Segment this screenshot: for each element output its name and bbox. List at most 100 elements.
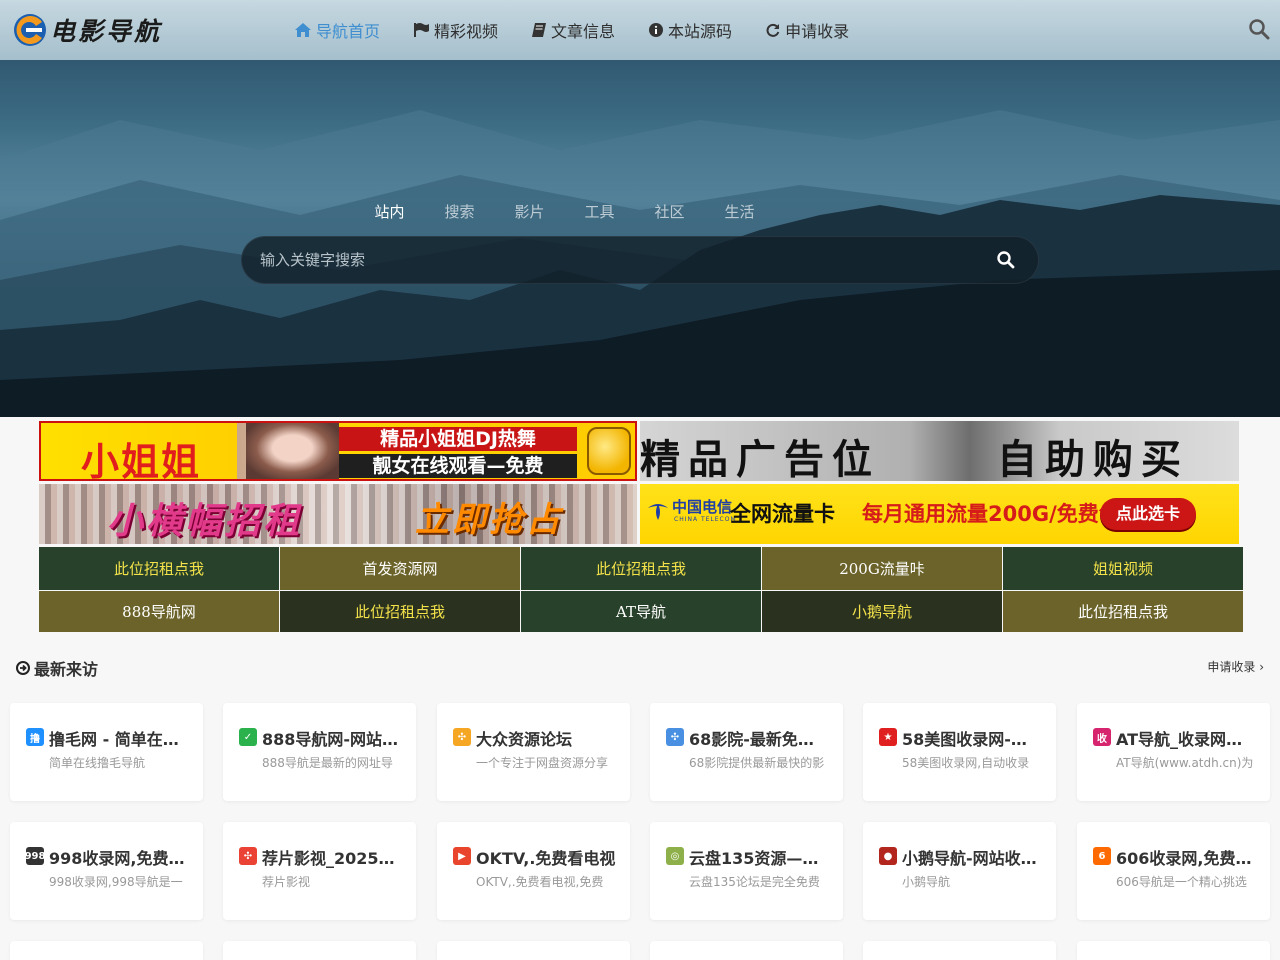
site-card-title: 606收录网,免费收录网站 bbox=[1116, 849, 1256, 868]
site-card-title: 荐片影视_2025最新电影 bbox=[262, 849, 402, 868]
site-card-desc: 606导航是一个精心挑选 bbox=[1116, 875, 1247, 889]
nav-videos[interactable]: 精彩视频 bbox=[414, 18, 498, 42]
cloud-badge-icon: ◎ bbox=[666, 847, 684, 865]
site-card[interactable]: 998 998收录网,免费收录网站 998收录网,998导航是一 bbox=[10, 822, 203, 920]
site-card-partial[interactable] bbox=[223, 941, 416, 960]
ad-banner-dj[interactable]: 小姐姐 精品小姐姐DJ热舞 靓女在线观看—免费 bbox=[39, 421, 637, 481]
site-card[interactable]: ✣ 大众资源论坛一个专注于网盘资源分享 bbox=[437, 703, 630, 801]
site-card-desc: 一个专注于网盘资源分享 bbox=[476, 756, 609, 770]
section-title: 最新来访 bbox=[16, 656, 98, 680]
site-card[interactable]: 收 AT导航_收录网站导航 AT导航(www.atdh.cn)为 bbox=[1077, 703, 1270, 801]
link-cell[interactable]: 此位招租点我 bbox=[1003, 591, 1243, 632]
ad-banner-premium[interactable]: 精品广告位 自助购买 bbox=[640, 421, 1239, 481]
link-cell[interactable]: 首发资源网 bbox=[280, 547, 520, 590]
nav-submit[interactable]: 申请收录 bbox=[766, 18, 849, 42]
site-card-title: 大众资源论坛 bbox=[476, 730, 573, 749]
search-tab-1[interactable]: 搜索 bbox=[425, 201, 495, 222]
site-card[interactable]: ★ 58美图收录网-自动收录 58美图收录网,自动收录 bbox=[863, 703, 1056, 801]
shou-icon: 收 bbox=[1093, 728, 1111, 746]
site-card[interactable]: 撸撸毛网 - 简单在线撸毛导航简单在线撸毛导航 bbox=[10, 703, 203, 801]
site-card-desc: AT导航(www.atdh.cn)为 bbox=[1116, 756, 1254, 770]
nav-source-label: 本站源码 bbox=[668, 22, 733, 41]
link-cell[interactable]: 200G流量咔 bbox=[762, 547, 1002, 590]
nav-home-label: 导航首页 bbox=[316, 22, 381, 41]
chevron-right-icon: › bbox=[1259, 660, 1264, 674]
site-card-title: 云盘135资源—网盘资源 bbox=[689, 849, 829, 868]
link-cell[interactable]: 小鹅导航 bbox=[762, 591, 1002, 632]
book-icon bbox=[532, 23, 547, 37]
site-card-title: 68影院-最新免费电影 bbox=[689, 730, 829, 749]
nav-home[interactable]: 导航首页 bbox=[295, 18, 380, 42]
telecom-text1: 全网流量卡 bbox=[730, 502, 835, 526]
site-card-desc: OKTV,.免费看电视,免费 bbox=[476, 875, 604, 889]
pinwheel-icon: ✣ bbox=[666, 728, 684, 746]
thumbs-up-icon bbox=[587, 427, 631, 475]
info-icon bbox=[649, 23, 664, 37]
telecom-select-card-button[interactable]: 点此选卡 bbox=[1100, 498, 1196, 530]
site-card[interactable]: ✣ 68影院-最新免费电影 68影院提供最新最快的影 bbox=[650, 703, 843, 801]
site-card-title: 998收录网,免费收录网站 bbox=[49, 849, 189, 868]
site-card-desc: 小鹅导航 bbox=[902, 875, 951, 889]
site-card-title: 小鹅导航-网站收录导航 bbox=[902, 849, 1042, 868]
flag-icon bbox=[414, 23, 430, 37]
ad-banner-dj-line1: 精品小姐姐DJ热舞 bbox=[339, 427, 577, 451]
search-tab-4[interactable]: 社区 bbox=[635, 201, 705, 222]
search-tab-3[interactable]: 工具 bbox=[565, 201, 635, 222]
ad-banner-telecom[interactable]: 中国电信 CHINA TELECOM 全网流量卡 每月通用流量200G/免费包邮… bbox=[640, 484, 1239, 544]
ad-banner-small[interactable]: 小横幅招租 立即抢占 bbox=[39, 484, 637, 544]
ad-banner-premium-right: 自助购买 bbox=[997, 436, 1189, 481]
search-submit-icon[interactable] bbox=[996, 250, 1016, 270]
pinwheel-icon: ✣ bbox=[453, 728, 471, 746]
ad-banner-dj-line2: 靓女在线观看—免费 bbox=[339, 454, 577, 478]
site-card-title: AT导航_收录网站导航 bbox=[1116, 730, 1256, 749]
section-more-link[interactable]: 申请收录 › bbox=[1207, 658, 1264, 675]
pinwheel-icon: ✣ bbox=[239, 847, 257, 865]
nav-videos-label: 精彩视频 bbox=[434, 22, 499, 41]
search-tabs: 站内 搜索 影片 工具 社区 生活 bbox=[0, 201, 1280, 222]
ad-banner-premium-left: 精品广告位 bbox=[640, 436, 880, 481]
search-tab-0[interactable]: 站内 bbox=[355, 201, 425, 222]
shield-check-icon: ✓ bbox=[239, 728, 257, 746]
site-card-partial[interactable] bbox=[10, 941, 203, 960]
site-card[interactable]: ▶ OKTV,.免费看电视 OKTV,.免费看电视,免费 bbox=[437, 822, 630, 920]
site-card[interactable]: ✣ 荐片影视_2025最新电影荐片影视 bbox=[223, 822, 416, 920]
link-cell[interactable]: 此位招租点我 bbox=[521, 547, 761, 590]
arrow-circle-right-icon bbox=[16, 661, 30, 675]
search-tab-5[interactable]: 生活 bbox=[705, 201, 775, 222]
site-card[interactable]: ◎ 云盘135资源—网盘资源云盘135论坛是完全免费 bbox=[650, 822, 843, 920]
998-icon: 998 bbox=[26, 847, 44, 865]
site-card-desc: 简单在线撸毛导航 bbox=[49, 756, 146, 770]
search-tab-2[interactable]: 影片 bbox=[495, 201, 565, 222]
site-card-desc: 888导航是最新的网址导 bbox=[262, 756, 393, 770]
doll-image bbox=[246, 423, 339, 479]
home-icon bbox=[295, 23, 311, 37]
site-logo[interactable]: 电影导航 bbox=[12, 9, 162, 51]
nav-source[interactable]: 本站源码 bbox=[649, 18, 732, 42]
telecom-brand-en: CHINA TELECOM bbox=[674, 516, 737, 523]
site-card-partial[interactable] bbox=[437, 941, 630, 960]
nav-articles-label: 文章信息 bbox=[551, 22, 616, 41]
site-card[interactable]: 6 606收录网,免费收录网站 606导航是一个精心挑选 bbox=[1077, 822, 1270, 920]
link-cell[interactable]: 姐姐视频 bbox=[1003, 547, 1243, 590]
site-card-partial[interactable] bbox=[650, 941, 843, 960]
search-icon[interactable] bbox=[1248, 18, 1270, 40]
search-box bbox=[241, 236, 1039, 284]
site-card[interactable]: ✓ 888导航网-网站收录导航 888导航是最新的网址导 bbox=[223, 703, 416, 801]
nav-articles[interactable]: 文章信息 bbox=[532, 18, 615, 42]
goose-icon: ● bbox=[879, 847, 897, 865]
site-card[interactable]: ● 小鹅导航-网站收录导航小鹅导航 bbox=[863, 822, 1056, 920]
site-card-partial[interactable] bbox=[1077, 941, 1270, 960]
search-input[interactable] bbox=[260, 237, 980, 283]
link-cell[interactable]: 此位招租点我 bbox=[280, 591, 520, 632]
link-cell[interactable]: 此位招租点我 bbox=[39, 547, 279, 590]
link-cell[interactable]: 888导航网 bbox=[39, 591, 279, 632]
site-card-title: 888导航网-网站收录导航 bbox=[262, 730, 402, 749]
site-card-partial[interactable] bbox=[863, 941, 1056, 960]
link-grid: 此位招租点我 首发资源网 此位招租点我 200G流量咔 姐姐视频 888导航网 此位招租点我… bbox=[39, 547, 1243, 632]
site-card-title: OKTV,.免费看电视 bbox=[476, 849, 616, 868]
logo-text: 电影导航 bbox=[50, 17, 163, 46]
ad-banner-dj-title: 小姐姐 bbox=[81, 439, 202, 481]
six-icon: 6 bbox=[1093, 847, 1111, 865]
link-cell[interactable]: AT导航 bbox=[521, 591, 761, 632]
site-card-desc: 998收录网,998导航是一 bbox=[49, 875, 183, 889]
